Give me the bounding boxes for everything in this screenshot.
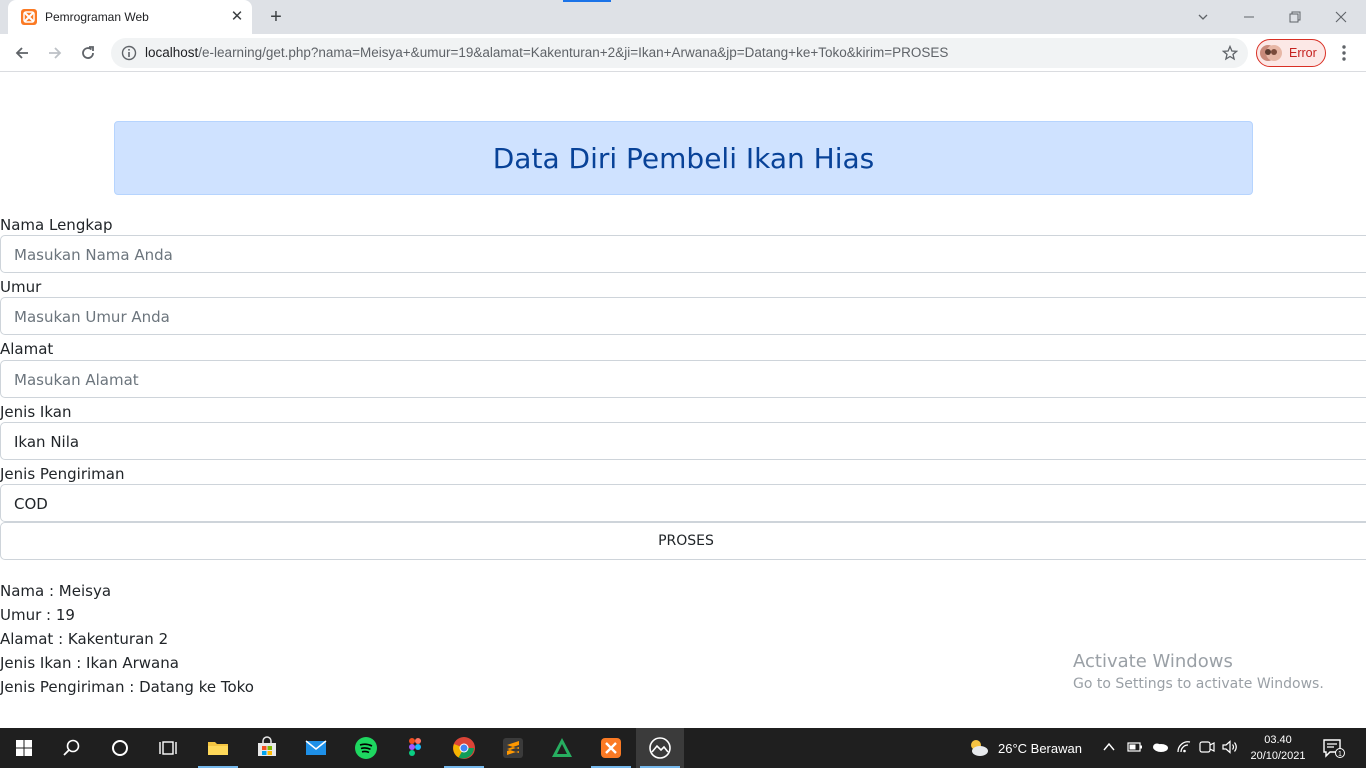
proses-button[interactable]: PROSES (0, 522, 1366, 560)
cortana-icon[interactable] (96, 728, 144, 768)
windows-taskbar: 26°C Berawan 03.40 20/10/2021 1 (0, 728, 1366, 768)
browser-tab-bar: Pemrograman Web ✕ + (0, 0, 1366, 34)
form-header: Data Diri Pembeli Ikan Hias (114, 121, 1253, 195)
result-pengiriman: Jenis Pengiriman : Datang ke Toko (0, 678, 254, 696)
avatar-icon (1260, 43, 1282, 63)
result-jenis-ikan: Jenis Ikan : Ikan Arwana (0, 654, 179, 672)
start-icon[interactable] (0, 728, 48, 768)
nama-placeholder: Masukan Nama Anda (14, 246, 173, 264)
result-alamat: Alamat : Kakenturan 2 (0, 630, 169, 648)
address-bar[interactable]: localhost/e-learning/get.php?nama=Meisya… (111, 38, 1248, 68)
battery-icon[interactable] (1127, 740, 1143, 757)
tab-close-icon[interactable]: ✕ (228, 8, 246, 26)
jenis-ikan-select[interactable]: Ikan Nila (0, 422, 1366, 460)
url-text: localhost/e-learning/get.php?nama=Meisya… (145, 45, 948, 60)
new-tab-icon[interactable]: + (264, 6, 288, 28)
nama-label: Nama Lengkap (0, 216, 113, 234)
profile-button[interactable]: Error (1256, 39, 1326, 67)
close-window-icon[interactable] (1318, 5, 1364, 29)
restore-icon[interactable] (1272, 5, 1318, 29)
volume-icon[interactable] (1222, 740, 1238, 757)
weather-label: 26°C Berawan (998, 741, 1082, 756)
umur-label: Umur (0, 278, 42, 296)
alamat-placeholder: Masukan Alamat (14, 371, 139, 389)
pengiriman-value: COD (14, 495, 48, 513)
notification-count: 1 (1338, 751, 1342, 758)
clock-date: 20/10/2021 (1250, 750, 1306, 762)
meet-now-icon[interactable] (1199, 740, 1215, 757)
bookmark-star-icon[interactable] (1221, 44, 1239, 66)
alamat-input[interactable]: Masukan Alamat (0, 360, 1366, 398)
url-path: /e-learning/get.php?nama=Meisya+&umur=19… (198, 45, 949, 60)
file-explorer-icon[interactable] (194, 728, 242, 768)
figma-icon[interactable] (391, 728, 439, 768)
result-umur: Umur : 19 (0, 606, 75, 624)
back-icon[interactable] (10, 42, 34, 64)
browser-menu-icon[interactable] (1336, 43, 1352, 63)
result-nama: Nama : Meisya (0, 582, 112, 600)
browser-toolbar: localhost/e-learning/get.php?nama=Meisya… (0, 34, 1366, 72)
task-view-icon[interactable] (144, 728, 192, 768)
weather-partly-cloudy-icon (971, 740, 988, 756)
page-title: Data Diri Pembeli Ikan Hias (492, 142, 875, 175)
profile-status-label: Error (1289, 46, 1317, 60)
tab-strip-indicator (563, 0, 611, 2)
umur-input[interactable]: Masukan Umur Anda (0, 297, 1366, 335)
pengiriman-select[interactable]: COD (0, 484, 1366, 522)
page-content: Data Diri Pembeli Ikan Hias Nama Lengkap… (0, 72, 1366, 728)
clock-time: 03.40 (1264, 734, 1292, 746)
reload-icon[interactable] (76, 42, 100, 64)
tab-search-icon[interactable] (1180, 5, 1226, 29)
xampp-favicon-icon (21, 9, 37, 25)
forward-icon[interactable] (43, 42, 67, 64)
onedrive-icon[interactable] (1151, 740, 1169, 757)
tab-title: Pemrograman Web (45, 10, 149, 24)
tray-overflow-icon[interactable] (1102, 740, 1116, 757)
pengiriman-label: Jenis Pengiriman (0, 465, 125, 483)
notification-center-icon[interactable]: 1 (1322, 738, 1346, 763)
activate-windows-hint: Go to Settings to activate Windows. (1073, 676, 1324, 692)
url-host: localhost (145, 45, 199, 60)
activate-windows-title: Activate Windows (1073, 651, 1233, 672)
search-icon[interactable] (48, 728, 96, 768)
xampp-icon[interactable] (587, 728, 635, 768)
store-icon[interactable] (243, 728, 291, 768)
chrome-icon[interactable] (440, 728, 488, 768)
sublime-icon[interactable] (489, 728, 537, 768)
mail-icon[interactable] (292, 728, 340, 768)
photos-icon[interactable] (636, 728, 684, 768)
browser-tab[interactable]: Pemrograman Web ✕ (8, 0, 252, 34)
nama-input[interactable]: Masukan Nama Anda (0, 235, 1366, 273)
site-info-icon[interactable] (121, 45, 137, 66)
system-clock[interactable]: 03.40 20/10/2021 (1244, 732, 1312, 764)
alamat-label: Alamat (0, 340, 54, 358)
jenis-ikan-value: Ikan Nila (14, 433, 80, 451)
jenis-ikan-label: Jenis Ikan (0, 403, 72, 421)
maple-icon[interactable] (538, 728, 586, 768)
minimize-icon[interactable] (1226, 5, 1272, 29)
umur-placeholder: Masukan Umur Anda (14, 308, 170, 326)
wifi-icon[interactable] (1176, 740, 1192, 757)
spotify-icon[interactable] (342, 728, 390, 768)
